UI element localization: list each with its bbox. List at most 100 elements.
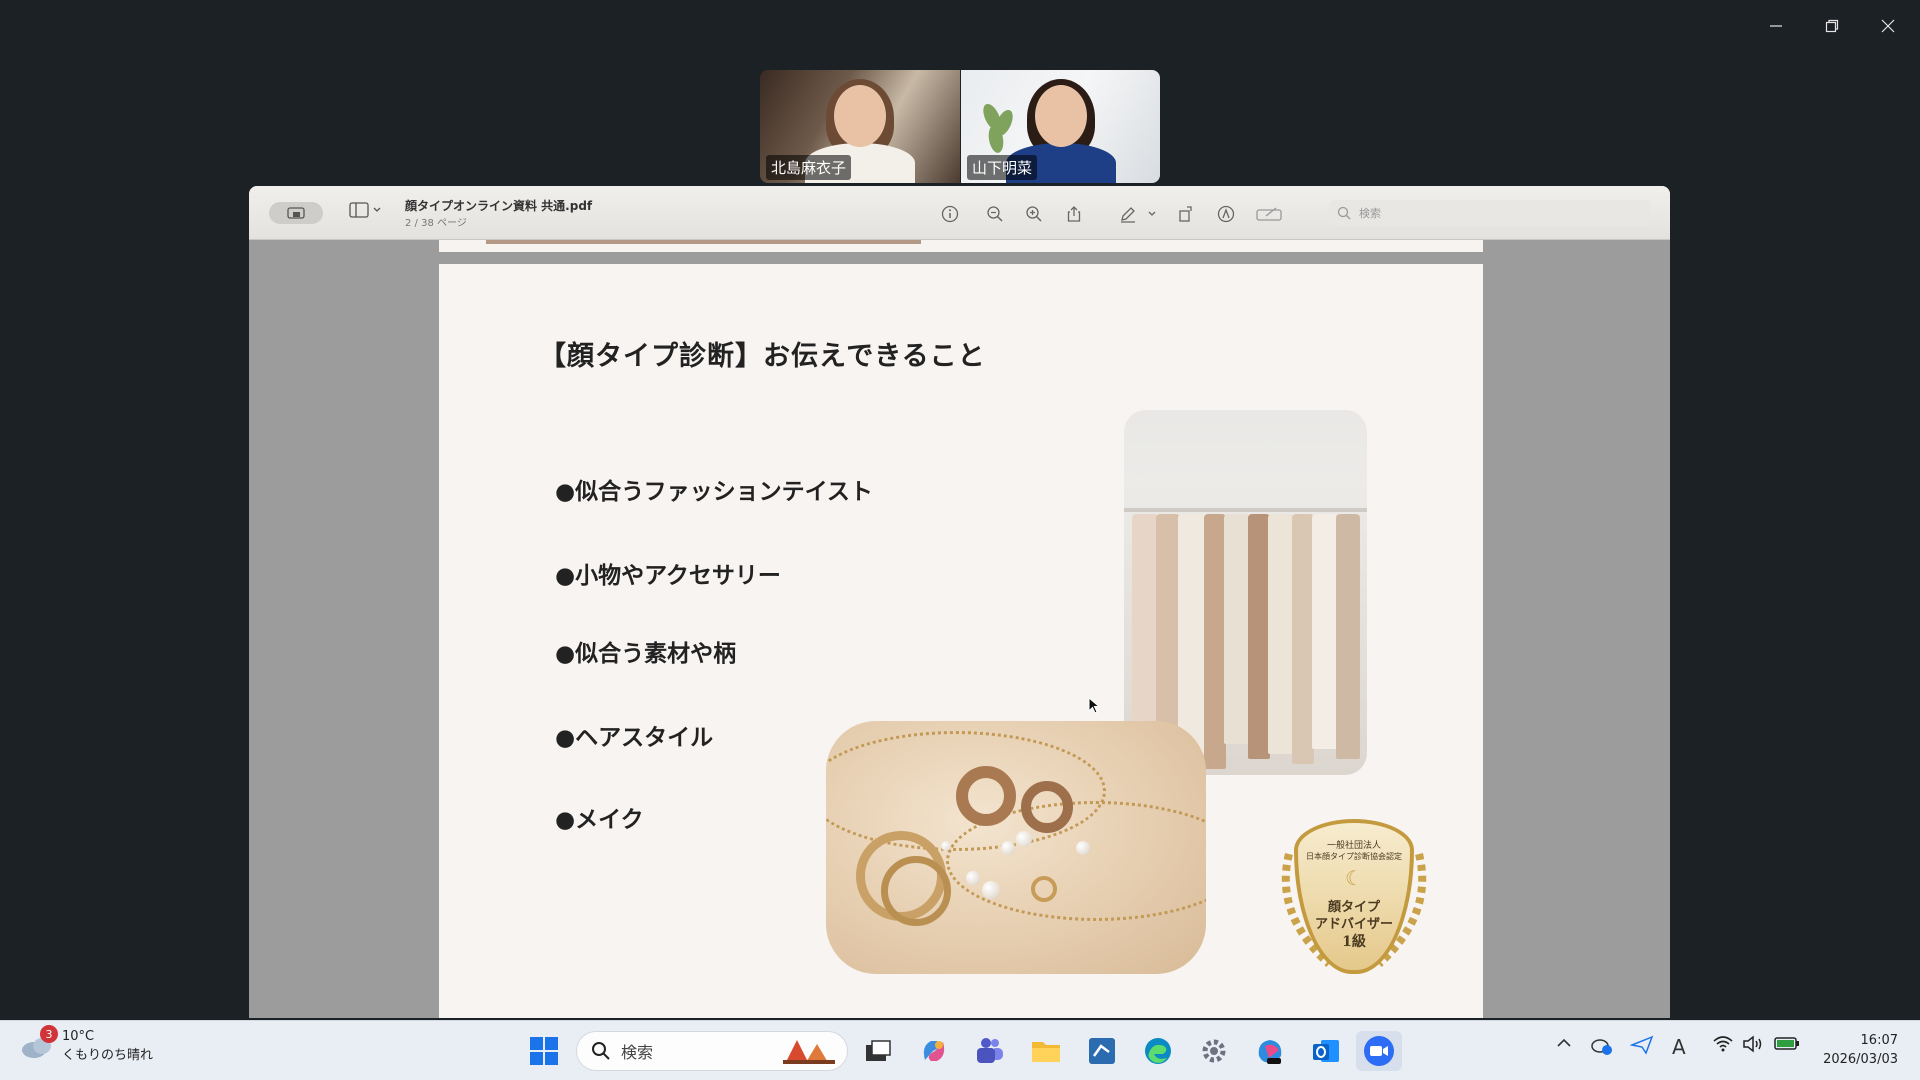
start-button[interactable] xyxy=(524,1031,564,1071)
teams-icon xyxy=(977,1038,1003,1063)
page-indicator: 2 / 38 ページ xyxy=(405,218,467,229)
zoom-out-icon xyxy=(987,206,1003,222)
battery-tray-icon[interactable] xyxy=(1774,1035,1800,1056)
bullet-item: ●似合う素材や柄 xyxy=(555,641,737,667)
windows-logo-icon xyxy=(530,1037,558,1065)
markup-dropdown-button[interactable] xyxy=(1145,203,1159,225)
outlook-icon xyxy=(1313,1040,1339,1062)
zoom-icon xyxy=(1364,1036,1394,1066)
pdf-search-field[interactable]: 検索 xyxy=(1329,200,1651,226)
zoom-app[interactable] xyxy=(1356,1031,1402,1071)
badge-emblem: ☾ xyxy=(1345,866,1363,890)
copilot-icon xyxy=(923,1041,945,1061)
view-mode-button[interactable] xyxy=(269,202,323,224)
teams-app[interactable] xyxy=(970,1031,1010,1071)
chevron-up-icon xyxy=(1557,1038,1571,1047)
slide-title: 【顔タイプ診断】お伝えできること xyxy=(539,341,986,372)
badge-line: アドバイザー xyxy=(1314,917,1393,932)
wifi-icon xyxy=(1713,1036,1733,1052)
participant-name: 北島麻衣子 xyxy=(766,155,852,180)
copilot-app[interactable] xyxy=(914,1031,954,1071)
form-button[interactable] xyxy=(1255,203,1283,225)
close-button[interactable] xyxy=(1860,10,1916,42)
weather-temperature: 10°C xyxy=(62,1029,95,1044)
close-icon xyxy=(1881,19,1895,33)
location-tray-icon[interactable] xyxy=(1629,1035,1654,1060)
document-title: 顔タイプオンライン資料 共通.pdf xyxy=(405,199,593,213)
outlook-app[interactable] xyxy=(1306,1031,1346,1071)
zoom-out-button[interactable] xyxy=(984,203,1006,225)
pdf-viewer-window: 顔タイプオンライン資料 共通.pdf 2 / 38 ページ 検索 【顔タイプ診断… xyxy=(249,186,1670,1018)
weather-description: くもりのち晴れ xyxy=(62,1048,154,1063)
share-button[interactable] xyxy=(1063,203,1085,225)
bullet-item: ●似合うファッションテイスト xyxy=(555,479,873,505)
minimize-icon xyxy=(1770,25,1782,27)
clock-date: 2026/03/03 xyxy=(1823,1052,1898,1067)
file-explorer-app[interactable] xyxy=(1026,1031,1066,1071)
participant-video[interactable]: 山下明菜 xyxy=(960,70,1160,183)
gear-icon xyxy=(1202,1039,1226,1063)
previous-page-edge xyxy=(439,240,1483,252)
taskbar-clock[interactable]: 16:07 2026/03/03 xyxy=(1823,1031,1898,1069)
taskbar: 3 10°C くもりのち晴れ 検索 A 16:07 2026/03/03 xyxy=(0,1020,1920,1080)
annotate-button[interactable] xyxy=(1215,203,1237,225)
search-icon xyxy=(592,1042,610,1060)
weather-alert-badge: 3 xyxy=(40,1025,58,1043)
onedrive-tray-icon[interactable] xyxy=(1590,1035,1614,1060)
badge-line: 一般社団法人 xyxy=(1326,841,1381,851)
bullet-item: ●ヘアスタイル xyxy=(555,725,714,751)
search-placeholder: 検索 xyxy=(1359,207,1381,220)
search-icon xyxy=(1337,206,1351,220)
zoom-in-button[interactable] xyxy=(1023,203,1045,225)
microsoft-365-icon xyxy=(1258,1040,1282,1064)
certification-badge: 一般社団法人 日本顔タイプ診断協会認定 ☾ 顔タイプ アドバイザー 1級 xyxy=(1269,814,1439,979)
sidebar-icon xyxy=(349,202,369,218)
restore-icon xyxy=(1825,19,1839,33)
task-view-icon xyxy=(866,1040,891,1061)
whiteboard-icon xyxy=(1089,1038,1115,1064)
badge-line: 日本顔タイプ診断協会認定 xyxy=(1306,852,1402,861)
wifi-tray-icon[interactable] xyxy=(1712,1035,1734,1058)
edge-app[interactable] xyxy=(1138,1031,1178,1071)
participant-video[interactable]: 北島麻衣子 xyxy=(760,70,960,183)
pdf-toolbar: 顔タイプオンライン資料 共通.pdf 2 / 38 ページ 検索 xyxy=(249,186,1670,240)
bullet-item: ●小物やアクセサリー xyxy=(555,563,781,589)
volume-tray-icon[interactable] xyxy=(1742,1035,1764,1058)
taskbar-search-placeholder: 検索 xyxy=(621,1043,654,1062)
sidebar-toggle-button[interactable] xyxy=(349,202,381,218)
ime-indicator[interactable]: A xyxy=(1672,1035,1686,1059)
show-hidden-icons-button[interactable] xyxy=(1556,1035,1572,1056)
info-icon xyxy=(941,205,959,223)
minimize-button[interactable] xyxy=(1748,10,1804,42)
badge-line: 1級 xyxy=(1342,934,1366,950)
markup-button[interactable] xyxy=(1117,203,1139,225)
speaker-icon xyxy=(1743,1035,1762,1053)
zoom-in-icon xyxy=(1026,206,1042,222)
rotate-icon xyxy=(1179,206,1192,222)
cloud-sync-icon xyxy=(1591,1039,1612,1055)
share-icon xyxy=(1067,206,1081,222)
taskbar-search-box[interactable]: 検索 xyxy=(576,1031,848,1071)
battery-icon xyxy=(1774,1037,1799,1050)
highlight-icon xyxy=(1217,205,1235,223)
pdf-page: 【顔タイプ診断】お伝えできること ●似合うファッションテイスト ●小物やアクセサ… xyxy=(439,264,1483,1018)
task-view-button[interactable] xyxy=(858,1031,898,1071)
pen-icon xyxy=(1121,207,1135,223)
bullet-item: ●メイク xyxy=(555,807,644,833)
folder-icon xyxy=(1032,1042,1060,1062)
weather-widget[interactable]: 3 10°C くもりのち晴れ xyxy=(20,1025,154,1063)
settings-app[interactable] xyxy=(1194,1031,1234,1071)
m365-app[interactable] xyxy=(1250,1031,1290,1071)
participant-name: 山下明菜 xyxy=(967,155,1038,180)
mouse-cursor-icon xyxy=(1088,697,1100,714)
chevron-down-icon xyxy=(373,207,381,212)
participant-video-strip: 北島麻衣子 山下明菜 xyxy=(760,70,1160,183)
restore-button[interactable] xyxy=(1804,10,1860,42)
rotate-button[interactable] xyxy=(1175,203,1197,225)
search-highlight-icon xyxy=(783,1040,835,1064)
jewelry-photo xyxy=(826,721,1206,974)
whiteboard-app[interactable] xyxy=(1082,1031,1122,1071)
window-icon xyxy=(287,207,305,219)
info-button[interactable] xyxy=(939,203,961,225)
send-icon xyxy=(1629,1035,1654,1055)
